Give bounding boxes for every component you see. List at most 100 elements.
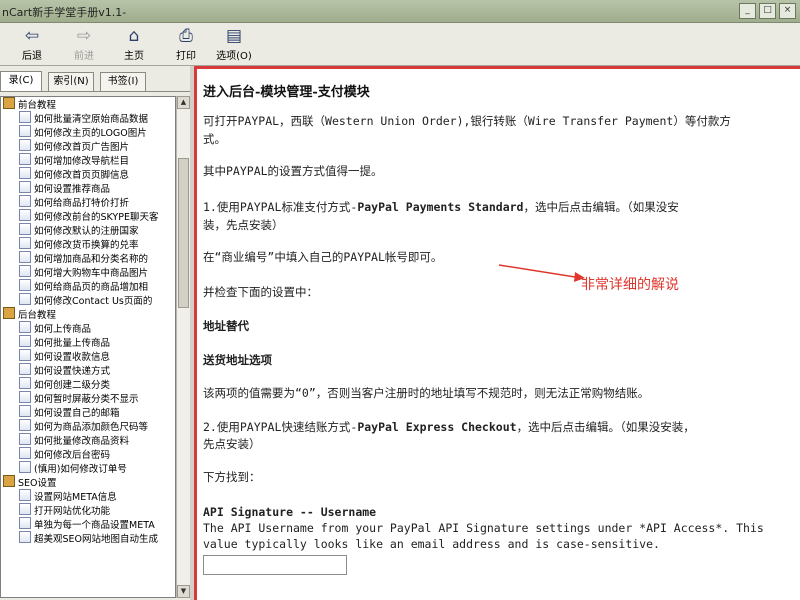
step1-line2: 装，先点安装） xyxy=(203,218,284,232)
tree-item-label: 单独为每一个商品设置META xyxy=(34,520,155,531)
options-button-label: 选项(O) xyxy=(216,51,252,62)
paragraph-value-zero: 该两项的值需要为“0”，否则当客户注册时的地址填写不规范时，则无法正常购物结账。 xyxy=(203,386,650,400)
tree-item-label: 打开网站优化功能 xyxy=(34,506,111,517)
tree-item[interactable]: (慎用)如何修改订单号 xyxy=(1,461,175,475)
forward-button[interactable]: ⇨ 前进 xyxy=(62,25,106,63)
page-icon xyxy=(19,335,31,347)
tab-index[interactable]: 索引(N) xyxy=(48,72,94,91)
tree-item[interactable]: 如何上传商品 xyxy=(1,321,175,335)
window-title: nCart新手学堂手册v1.1- xyxy=(2,6,127,19)
navigation-pane: 录(C) 索引(N) 书签(I) 前台教程如何批量清空原始商品数据 如何修改主页的… xyxy=(0,66,190,600)
tree-item[interactable]: 如何设置推荐商品 xyxy=(1,181,175,195)
page-icon xyxy=(19,517,31,529)
tree-item[interactable]: 如何修改首页页脚信息 xyxy=(1,167,175,181)
page-icon xyxy=(19,265,31,277)
close-button[interactable]: × xyxy=(779,3,796,19)
window-controls: _ □ × xyxy=(739,3,796,19)
tree-item-label: 如何批量上传商品 xyxy=(34,338,111,349)
tree-item[interactable]: 如何修改货币换算的兑率 xyxy=(1,237,175,251)
tree-item-label: 如何修改Contact Us页面的 xyxy=(34,296,153,307)
page-icon xyxy=(19,391,31,403)
paragraph-check-settings: 并检查下面的设置中： xyxy=(203,285,318,299)
tree-item[interactable]: 如何增加商品和分类名称的 xyxy=(1,251,175,265)
tree-item[interactable]: 如何修改主页的LOGO图片 xyxy=(1,125,175,139)
tree-item-label: 如何增加商品和分类名称的 xyxy=(34,254,149,265)
book-icon xyxy=(3,475,15,487)
page-icon xyxy=(19,489,31,501)
tree-item-label: (慎用)如何修改订单号 xyxy=(34,464,127,475)
tree-item[interactable]: 如何修改首页广告图片 xyxy=(1,139,175,153)
tab-contents[interactable]: 录(C) xyxy=(0,71,42,92)
tree-item[interactable]: 如何设置自己的邮箱 xyxy=(1,405,175,419)
tree-item-label: 如何暂时屏蔽分类不显示 xyxy=(34,394,139,405)
tree-item[interactable]: 如何为商品添加颜色尺码等 xyxy=(1,419,175,433)
tree-item-label: 如何设置收款信息 xyxy=(34,352,111,363)
home-button-label: 主页 xyxy=(124,51,144,62)
scroll-up-icon[interactable]: ▲ xyxy=(177,96,190,109)
paragraph-payment-methods-cont: 式。 xyxy=(203,132,226,146)
tree-item[interactable]: 如何暂时屏蔽分类不显示 xyxy=(1,391,175,405)
back-button-label: 后退 xyxy=(22,51,42,62)
tree-item[interactable]: 如何批量清空原始商品数据 xyxy=(1,111,175,125)
maximize-button[interactable]: □ xyxy=(759,3,776,19)
step1-suffix: ，选中后点击编辑。（如果没安 xyxy=(523,200,679,214)
tree-item[interactable]: 如何给商品页的商品增加相 xyxy=(1,279,175,293)
tree-item[interactable]: 如何给商品打特价打折 xyxy=(1,195,175,209)
tree-item-label: 如何修改货币换算的兑率 xyxy=(34,240,139,251)
tree-item-label: 如何修改首页广告图片 xyxy=(34,142,130,153)
annotation-text: 非常详细的解说 xyxy=(581,277,679,293)
minimize-button[interactable]: _ xyxy=(739,3,756,19)
tree-item-label: 如何设置自己的邮箱 xyxy=(34,408,120,419)
tree-item[interactable]: 如何增大购物车中商品图片 xyxy=(1,265,175,279)
tree-item[interactable]: 如何批量修改商品资料 xyxy=(1,433,175,447)
tree-item[interactable]: 打开网站优化功能 xyxy=(1,503,175,517)
tree-item[interactable]: 如何修改Contact Us页面的 xyxy=(1,293,175,307)
tree-item[interactable]: 如何修改默认的注册国家 xyxy=(1,223,175,237)
tree-folder[interactable]: 后台教程 xyxy=(1,307,175,321)
tree-folder[interactable]: SEO设置 xyxy=(1,475,175,489)
options-button[interactable]: ▤ 选项(O) xyxy=(212,25,256,63)
tree-item-label: 如何修改主页的LOGO图片 xyxy=(34,128,147,139)
print-button[interactable]: ⎙ 打印 xyxy=(164,25,208,63)
tree-item[interactable]: 单独为每一个商品设置META xyxy=(1,517,175,531)
forward-arrow-icon: ⇨ xyxy=(76,26,92,46)
tab-bookmarks[interactable]: 书签(I) xyxy=(100,72,146,91)
api-username-input[interactable] xyxy=(203,555,347,575)
annotation-arrow-icon xyxy=(498,264,585,282)
tree-item[interactable]: 如何修改前台的SKYPE聊天客 xyxy=(1,209,175,223)
tree-scrollbar[interactable]: ▲ ▼ xyxy=(176,96,190,598)
tree-item-label: 如何修改默认的注册国家 xyxy=(34,226,139,237)
tree-item[interactable]: 如何增加修改导航栏目 xyxy=(1,153,175,167)
tree-item-label: 如何批量清空原始商品数据 xyxy=(34,114,149,125)
tree-item-label: 如何设置推荐商品 xyxy=(34,184,111,195)
tree-item[interactable]: 如何设置收款信息 xyxy=(1,349,175,363)
tree-folder[interactable]: 前台教程 xyxy=(1,97,175,111)
page-icon xyxy=(19,405,31,417)
page-icon xyxy=(19,419,31,431)
tree-item[interactable]: 如何创建二级分类 xyxy=(1,377,175,391)
tree-item-label: 如何增加修改导航栏目 xyxy=(34,156,130,167)
back-button[interactable]: ⇦ 后退 xyxy=(10,25,54,63)
paragraph-find-below: 下方找到： xyxy=(203,470,261,484)
home-button[interactable]: ⌂ 主页 xyxy=(112,25,156,63)
tree-item-label: 如何给商品打特价打折 xyxy=(34,198,130,209)
tree-item[interactable]: 设置网站META信息 xyxy=(1,489,175,503)
scroll-thumb[interactable] xyxy=(178,157,189,308)
step2-line: 2.使用PAYPAL快速结账方式-PayPal Express Checkout… xyxy=(203,419,695,435)
tree-item[interactable]: 如何修改后台密码 xyxy=(1,447,175,461)
tree-item[interactable]: 如何设置快递方式 xyxy=(1,363,175,377)
tree-item-label: 如何增大购物车中商品图片 xyxy=(34,268,149,279)
page-icon xyxy=(19,209,31,221)
page-icon xyxy=(19,139,31,151)
tree-item[interactable]: 超美观SEO网站地图自动生成 xyxy=(1,531,175,545)
page-icon xyxy=(19,433,31,445)
page-icon xyxy=(19,181,31,193)
tree-item[interactable]: 如何批量上传商品 xyxy=(1,335,175,349)
page-icon xyxy=(19,293,31,305)
page-icon xyxy=(19,125,31,137)
page-icon xyxy=(19,223,31,235)
page-icon xyxy=(19,349,31,361)
page-icon xyxy=(19,153,31,165)
scroll-down-icon[interactable]: ▼ xyxy=(177,585,190,598)
step2-suffix: ，选中后点击编辑。（如果没安装， xyxy=(516,420,695,434)
